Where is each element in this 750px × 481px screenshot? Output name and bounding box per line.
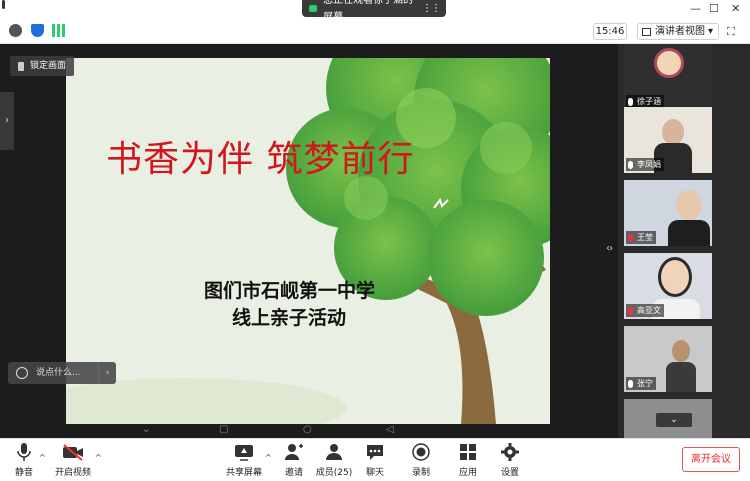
share-screen-icon [224,443,264,461]
participant-tile[interactable]: 李凤娟 [624,107,712,173]
avatar [654,48,684,78]
collapse-chat-button[interactable]: ‹ [98,362,116,384]
view-mode-dropdown[interactable]: 演讲者视图 ▾ [637,23,719,40]
microphone-icon [4,443,44,461]
start-video-label: 开启视频 [54,468,91,478]
share-screen-button[interactable]: 共享屏幕 [224,443,264,478]
lock-view-label: 锁定画面 [30,61,67,71]
app-handle-icon [2,0,5,9]
participant-name: 王莹 [637,233,653,242]
members-icon [314,443,354,461]
invite-label: 邀请 [284,468,303,478]
lock-view-button[interactable]: 锁定画面 [10,56,75,76]
video-person [672,340,690,362]
collapse-rail-button[interactable]: ‹ [606,234,618,264]
mute-label: 静音 [14,468,33,478]
participant-name-tag: 李凤娟 [626,158,664,171]
chat-label: 聊天 [365,468,384,478]
quick-chat-input[interactable]: 说点什么... ‹ [8,362,116,384]
participant-tile[interactable]: 王莹 [624,180,712,246]
participant-tile[interactable]: 高亚文 [624,253,712,319]
maximize-button[interactable]: ☐ [709,2,719,15]
mic-icon [628,379,633,388]
title-bar: 您正在观看徐子涵的屏幕 ⋮⋮ — ☐ ✕ [0,0,750,23]
participant-name-tag: 高亚文 [626,304,664,317]
mic-icon [628,160,633,169]
participant-rail: 徐子涵 李凤娟 王莹 高亚文 张宁 ⌄ ‹ [606,44,750,438]
video-off-icon [53,443,93,461]
shield-icon[interactable] [31,24,44,37]
participant-tile[interactable]: 张宁 [624,326,712,392]
presentation-slide: 书香为伴 筑梦前行 图们市石岘第一中学 线上亲子活动 [66,58,550,424]
apps-icon [448,443,488,461]
info-icon[interactable] [9,24,22,37]
video-person [658,257,692,297]
chat-button[interactable]: 聊天 [355,443,395,478]
camera-icon [309,5,318,12]
video-options-caret[interactable]: ^ [95,453,102,462]
view-mode-label: 演讲者视图 [655,26,705,37]
participant-name: 高亚文 [637,306,661,315]
screen-share-banner[interactable]: 您正在观看徐子涵的屏幕 ⋮⋮ [302,0,446,23]
layout-icon [642,27,651,36]
mic-muted-icon [628,233,633,242]
participant-name-tag: 王莹 [626,231,656,244]
video-person-body [668,220,710,246]
participant-tile[interactable]: 徐子涵 [624,44,712,110]
participant-name-tag: 张宁 [626,377,656,390]
chevron-down-icon: ⌄ [142,424,151,435]
video-person [676,190,702,220]
phone-nav-bar: ⌄ ▢ ○ ◁ [0,424,618,438]
mute-button[interactable]: 静音 [4,443,44,478]
tree-illustration [66,58,550,424]
settings-button[interactable]: 设置 [490,443,530,478]
audio-options-caret[interactable]: ^ [39,453,46,462]
banner-menu-icon[interactable]: ⋮⋮ [422,0,441,17]
slide-subtitle-school: 图们市石岘第一中学 [204,280,376,302]
slide-title: 书香为伴 筑梦前行 [106,139,415,180]
participant-tile[interactable]: ⌄ [624,399,712,438]
share-screen-label: 共享屏幕 [225,468,262,478]
mic-muted-icon [628,306,633,315]
leave-meeting-button[interactable]: 离开会议 [682,447,740,472]
circle-icon: ○ [303,424,312,435]
back-icon: ◁ [386,424,394,435]
signal-icon[interactable] [52,24,65,37]
members-label: 成员(25) [315,468,353,478]
minimize-button[interactable]: — [690,2,701,15]
members-button[interactable]: 成员(25) [314,443,354,478]
gear-icon [490,443,530,461]
chat-placeholder: 说点什么... [36,368,81,378]
video-person-body [666,362,696,392]
start-video-button[interactable]: 开启视频 [53,443,93,478]
fullscreen-button[interactable]: ⛶ [727,25,735,39]
share-options-caret[interactable]: ^ [265,453,272,462]
expand-left-button[interactable]: › [0,92,14,150]
record-label: 录制 [411,468,430,478]
meeting-toolbar: 静音 ^ 开启视频 ^ 共享屏幕 ^ 邀请 成员(25) 聊天 录制 应用 设置… [0,438,750,481]
emoji-icon[interactable] [16,367,28,379]
add-user-icon [274,443,314,461]
square-icon: ▢ [219,424,229,435]
chevron-down-icon: ▾ [707,26,713,37]
mic-icon [628,97,633,106]
video-person [662,119,684,145]
participant-name: 李凤娟 [637,160,661,169]
chat-icon [355,443,395,461]
slide-subtitle-activity: 线上亲子活动 [232,307,347,329]
record-button[interactable]: 录制 [401,443,441,478]
close-button[interactable]: ✕ [731,2,740,15]
meeting-info-bar: 15:46 演讲者视图 ▾ ⛶ [0,19,750,44]
apps-button[interactable]: 应用 [448,443,488,478]
scroll-down-button[interactable]: ⌄ [656,413,692,427]
invite-button[interactable]: 邀请 [274,443,314,478]
pin-icon [18,61,24,71]
apps-label: 应用 [458,468,477,478]
settings-label: 设置 [500,468,519,478]
participant-name: 张宁 [637,379,653,388]
shared-screen: 书香为伴 筑梦前行 图们市石岘第一中学 线上亲子活动 锁定画面 › › 说点什么… [0,44,618,438]
record-icon [401,443,441,461]
meeting-clock: 15:46 [593,23,627,40]
